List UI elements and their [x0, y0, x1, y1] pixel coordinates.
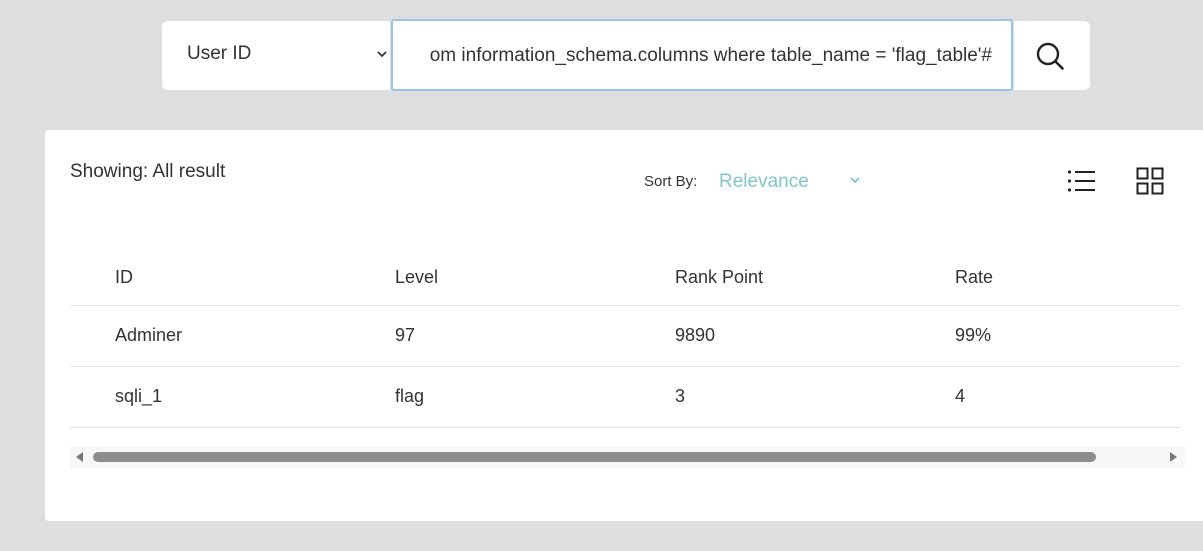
search-type-select[interactable]: User ID: [162, 21, 392, 90]
list-view-icon[interactable]: [1067, 168, 1097, 194]
chevron-down-icon[interactable]: [848, 173, 862, 187]
search-input-value: om information_schema.columns where tabl…: [429, 45, 992, 66]
sort-by-label: Sort By:: [644, 173, 698, 190]
search-type-value: User ID: [187, 43, 252, 64]
table-cell-level: 97: [395, 325, 416, 345]
table-cell-id: Adminer: [115, 325, 183, 345]
column-header-rate: Rate: [955, 267, 994, 287]
scroll-left-arrow-icon[interactable]: [76, 452, 83, 462]
table-cell-rank-point: 3: [675, 386, 686, 406]
scrollbar-thumb[interactable]: [93, 452, 1096, 462]
results-table: ID Level Rank Point Rate Adminer 97 9890…: [70, 248, 1180, 428]
chevron-down-icon: [377, 51, 387, 58]
search-bar: User ID om information_schema.columns wh…: [162, 19, 1090, 91]
results-panel: Showing: All result Sort By: Relevance I…: [45, 130, 1203, 521]
search-input[interactable]: om information_schema.columns where tabl…: [391, 19, 1013, 91]
table-cell-rate: 99%: [955, 325, 992, 345]
column-header-level: Level: [395, 267, 439, 287]
table-header-row: ID Level Rank Point Rate: [70, 248, 1180, 306]
table-cell-rate: 4: [955, 386, 966, 406]
grid-view-icon[interactable]: [1136, 167, 1164, 195]
column-header-rank-point: Rank Point: [675, 267, 764, 287]
table-row: sqli_1 flag 3 4: [70, 367, 1180, 428]
horizontal-scrollbar[interactable]: [70, 446, 1185, 468]
showing-text: Showing: All result: [70, 161, 226, 182]
column-header-id: ID: [115, 267, 133, 287]
table-cell-level: flag: [395, 386, 425, 406]
sort-by-select[interactable]: Relevance: [719, 171, 809, 193]
scroll-right-arrow-icon[interactable]: [1170, 452, 1177, 462]
table-cell-id: sqli_1: [115, 386, 163, 406]
table-row: Adminer 97 9890 99%: [70, 306, 1180, 367]
table-cell-rank-point: 9890: [675, 325, 716, 345]
search-icon[interactable]: [1035, 41, 1065, 71]
